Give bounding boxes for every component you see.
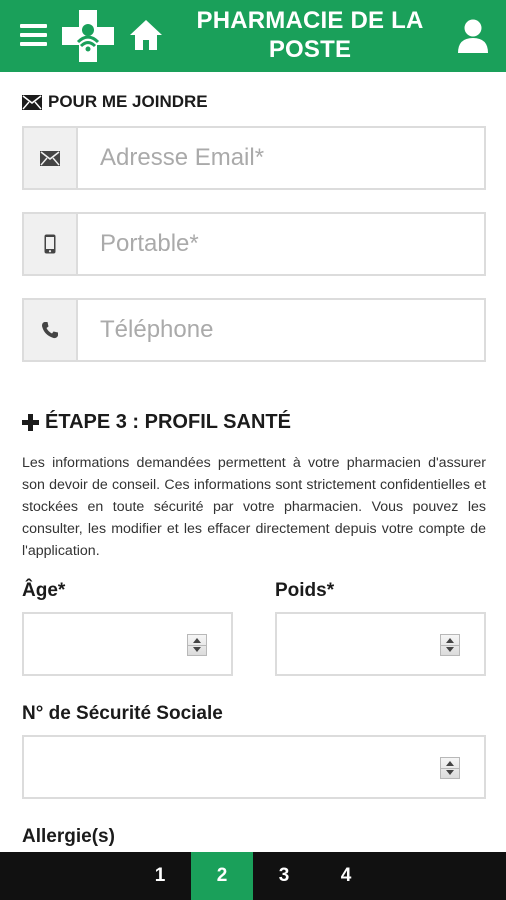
envelope-icon — [40, 150, 60, 166]
mobile-field-addon — [24, 214, 78, 274]
mobile-input[interactable] — [78, 214, 484, 274]
hamburger-menu-icon[interactable] — [20, 24, 47, 46]
social-security-label: N° de Sécurité Sociale — [22, 703, 223, 724]
step-tab-3[interactable]: 3 — [253, 852, 315, 900]
weight-label: Poids* — [275, 580, 335, 601]
telephone-icon — [42, 322, 58, 339]
health-profile-description: Les informations demandées permettent à … — [22, 455, 486, 559]
email-field-addon — [24, 128, 78, 188]
envelope-icon — [22, 94, 42, 110]
email-input[interactable] — [78, 128, 484, 188]
app-header: PHARMACIE DE LA POSTE — [0, 0, 506, 72]
phone-field — [22, 298, 486, 362]
step-tab-2[interactable]: 2 — [191, 852, 253, 900]
app-title: PHARMACIE DE LA POSTE — [196, 7, 424, 63]
age-input[interactable] — [22, 612, 233, 676]
mobile-field — [22, 212, 486, 276]
step-navigation-bar: 1 2 3 4 — [0, 852, 506, 900]
age-label: Âge* — [22, 580, 66, 601]
contact-title-label: POUR ME JOINDRE — [48, 92, 208, 111]
social-security-spinner[interactable] — [440, 757, 460, 779]
age-spinner[interactable] — [187, 634, 207, 656]
contact-section-title: POUR ME JOINDRE — [22, 92, 208, 112]
phone-field-addon — [24, 300, 78, 360]
step-tab-1[interactable]: 1 — [129, 852, 191, 900]
social-security-input[interactable] — [22, 735, 486, 799]
weight-spinner[interactable] — [440, 634, 460, 656]
pharmacy-cross-logo — [62, 10, 114, 62]
home-icon[interactable] — [128, 18, 164, 52]
user-icon[interactable] — [456, 18, 490, 54]
email-field — [22, 126, 486, 190]
step-tab-4[interactable]: 4 — [315, 852, 377, 900]
step3-title-label: ÉTAPE 3 : PROFIL SANTÉ — [45, 411, 291, 433]
step3-section-title: ÉTAPE 3 : PROFIL SANTÉ — [22, 411, 291, 434]
mobile-phone-icon — [44, 234, 56, 254]
weight-input[interactable] — [275, 612, 486, 676]
allergies-label: Allergie(s) — [22, 826, 115, 847]
phone-input[interactable] — [78, 300, 484, 360]
plus-icon — [22, 414, 39, 431]
